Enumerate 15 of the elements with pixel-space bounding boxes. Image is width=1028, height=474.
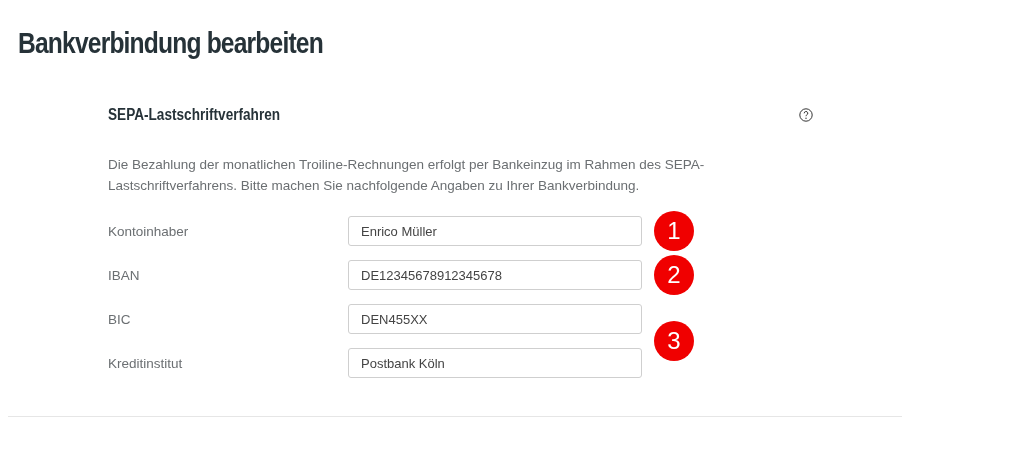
help-icon[interactable] [799, 108, 813, 122]
field-label: BIC [108, 311, 132, 327]
field-label: Kreditinstitut [108, 355, 184, 371]
number-badge: 3 [654, 321, 694, 361]
input-field[interactable]: DEN455XX [348, 304, 642, 334]
number-badge: 1 [654, 211, 694, 251]
page-title: Bankverbindung bearbeiten [17, 25, 323, 60]
number-badge: 2 [654, 255, 694, 295]
input-field[interactable]: DE12345678912345678 [348, 260, 642, 290]
field-label: IBAN [108, 267, 141, 283]
field-label: Kontoinhaber [108, 223, 190, 239]
section-heading: SEPA-Lastschriftverfahren [108, 106, 281, 124]
description-text: Die Bezahlung der monatlichen Troiline-Rechnungen erfolgt per Bankeinzug im Rahmen des SEPA-Lastschriftverfahrens. Bitte machen Sie nachfolgende Angaben zu Ihrer Bankverbindung. [108, 156, 706, 195]
input-field[interactable]: Enrico Müller [348, 216, 642, 246]
input-field[interactable]: Postbank Köln [348, 348, 642, 378]
